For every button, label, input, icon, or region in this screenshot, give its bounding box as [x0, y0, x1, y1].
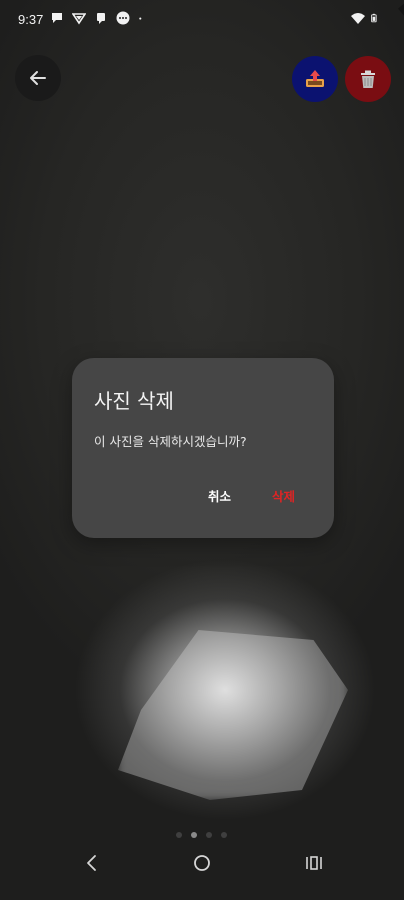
- dialog-message: 이 사진을 삭제하시겠습니까?: [94, 434, 247, 449]
- nav-back-icon: [87, 855, 96, 871]
- message-icon: [97, 13, 105, 24]
- navigation-bar: [0, 842, 404, 900]
- page-indicator: [176, 832, 227, 838]
- back-button[interactable]: [15, 55, 61, 101]
- trash-icon: [361, 70, 375, 88]
- photo-subject: [118, 630, 348, 800]
- nfc-icon: [72, 13, 86, 25]
- page-dot[interactable]: [221, 832, 227, 838]
- page-dot-active[interactable]: [191, 832, 197, 838]
- battery-icon: [371, 13, 377, 23]
- nav-recents-button[interactable]: [304, 853, 324, 877]
- page-dot[interactable]: [206, 832, 212, 838]
- nav-recents-icon: [306, 856, 322, 870]
- arrow-left-icon: [30, 71, 46, 85]
- nav-home-icon: [194, 855, 210, 871]
- status-bar: 9:37: [0, 0, 404, 40]
- dot-icon: [139, 17, 142, 20]
- photo-viewer-screen: 9:37 사진 삭제 이 사진을 삭제하시겠습니까? 취소 삭제: [0, 0, 404, 900]
- ellipsis-circle-icon: [116, 11, 130, 25]
- share-tray-icon: [306, 70, 324, 87]
- share-button[interactable]: [292, 56, 338, 102]
- wifi-icon: [351, 13, 365, 24]
- cancel-button[interactable]: 취소: [208, 486, 231, 505]
- delete-photo-dialog: 사진 삭제 이 사진을 삭제하시겠습니까? 취소 삭제: [72, 358, 334, 538]
- dialog-title: 사진 삭제: [94, 389, 174, 413]
- confirm-delete-button[interactable]: 삭제: [272, 486, 295, 505]
- status-notification-icons: [50, 11, 146, 25]
- status-time: 9:37: [18, 12, 44, 27]
- nav-back-button[interactable]: [82, 853, 102, 877]
- status-system-icons: [351, 11, 380, 25]
- page-dot[interactable]: [176, 832, 182, 838]
- delete-button[interactable]: [345, 56, 391, 102]
- chat-bubble-icon: [52, 13, 62, 23]
- nav-home-button[interactable]: [192, 853, 212, 877]
